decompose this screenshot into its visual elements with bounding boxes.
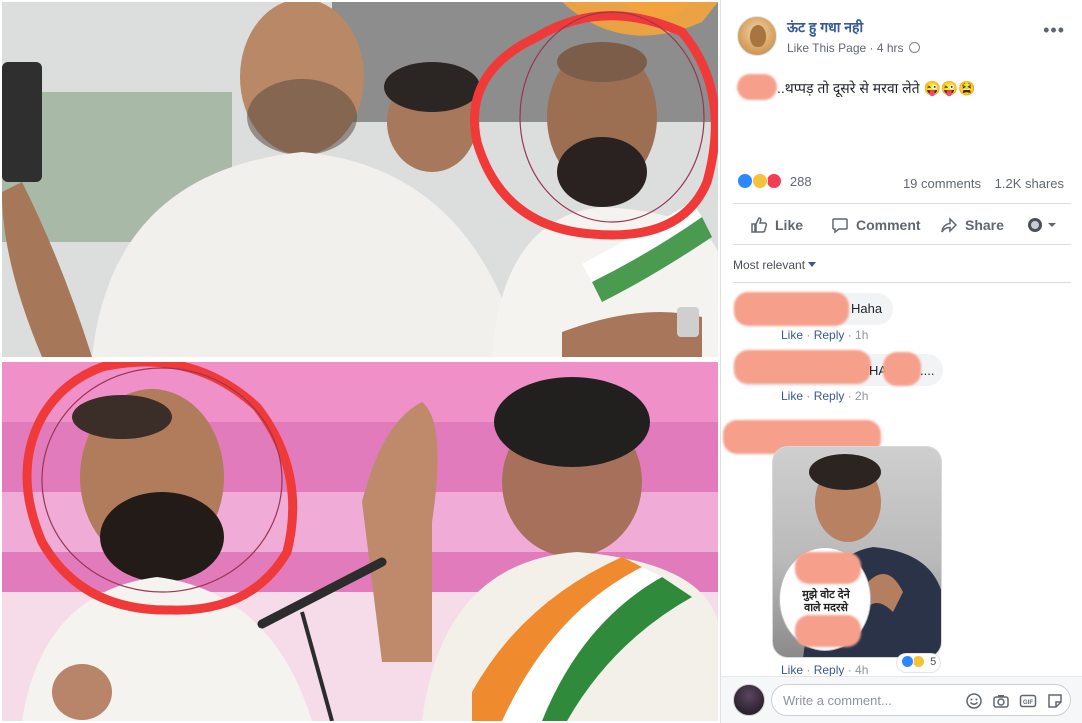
bottom-photo bbox=[2, 362, 718, 721]
comment-reaction-pill[interactable]: 5 bbox=[897, 654, 941, 672]
comment-composer: Write a comment... GIF bbox=[721, 676, 1082, 723]
comment-bubble-icon bbox=[832, 218, 848, 234]
haha-reaction-icon bbox=[912, 655, 926, 668]
comment-ellipsis: .... bbox=[920, 363, 935, 378]
post-actions: Like Comment Share bbox=[733, 208, 1071, 242]
redacted-text bbox=[795, 615, 861, 647]
post-body: ..थप्पड़ तो दूसरे से मरवा लेते 😜😜😫 bbox=[737, 74, 976, 100]
comment-time[interactable]: 2h bbox=[855, 389, 868, 403]
emoji-icon[interactable] bbox=[965, 692, 983, 710]
gif-icon[interactable]: GIF bbox=[1019, 692, 1037, 710]
bottom-photo-illustration bbox=[2, 362, 718, 721]
comment-button[interactable]: Comment bbox=[831, 216, 921, 234]
thumbs-up-icon bbox=[751, 217, 768, 233]
like-reaction-icon bbox=[737, 173, 753, 189]
meta-separator: · bbox=[869, 41, 874, 55]
comment-reply-link[interactable]: Reply bbox=[814, 328, 845, 342]
sticker-icon[interactable] bbox=[1046, 692, 1064, 710]
composer-icons: GIF bbox=[965, 692, 1064, 710]
caret-down-icon bbox=[808, 262, 817, 267]
top-photo-illustration bbox=[2, 2, 718, 357]
divider bbox=[733, 244, 1071, 245]
post-text: ..थप्पड़ तो दूसरे से मरवा लेते 😜😜😫 bbox=[777, 80, 976, 96]
reaction-summary[interactable]: 288 bbox=[737, 173, 812, 189]
like-label: Like bbox=[775, 217, 804, 233]
engagement-counts: 19 comments 1.2K shares bbox=[903, 176, 1064, 191]
comment-reply-link[interactable]: Reply bbox=[814, 663, 845, 677]
share-button[interactable]: Share bbox=[940, 216, 1004, 234]
comments-count-link[interactable]: 19 comments bbox=[903, 176, 981, 191]
comment-actions: Like · Reply · 2h bbox=[781, 389, 869, 403]
audience-selector-icon bbox=[1028, 218, 1056, 232]
redacted-mention bbox=[737, 74, 777, 100]
svg-text:GIF: GIF bbox=[1023, 700, 1033, 706]
love-reaction-icon bbox=[766, 173, 783, 189]
camera-icon[interactable] bbox=[992, 692, 1010, 710]
comment-time[interactable]: 4h bbox=[855, 663, 868, 677]
divider bbox=[733, 282, 1071, 283]
comment-reaction-count: 5 bbox=[930, 656, 937, 668]
comment-sort-dropdown[interactable]: Most relevant bbox=[733, 258, 817, 272]
comment-time[interactable]: 1h bbox=[855, 328, 868, 342]
comment-like-link[interactable]: Like bbox=[781, 663, 803, 677]
post-header: ऊंट हु गधा नही Like This Page · 4 hrs ••… bbox=[721, 0, 1082, 60]
share-label: Share bbox=[965, 217, 1004, 233]
redacted-text bbox=[883, 352, 921, 386]
redacted-text bbox=[795, 552, 861, 584]
page-avatar[interactable] bbox=[737, 16, 777, 56]
comment-like-link[interactable]: Like bbox=[781, 328, 803, 342]
more-options-icon[interactable]: ••• bbox=[1043, 20, 1065, 41]
like-page-link[interactable]: Like This Page bbox=[787, 41, 866, 55]
audience-selector[interactable] bbox=[1027, 217, 1057, 233]
shares-count-link[interactable]: 1.2K shares bbox=[995, 176, 1064, 191]
comment-input[interactable]: Write a comment... GIF bbox=[771, 684, 1071, 716]
comment-placeholder: Write a comment... bbox=[783, 693, 892, 708]
comment-like-link[interactable]: Like bbox=[781, 389, 803, 403]
comment-label: Comment bbox=[856, 217, 921, 233]
facebook-post-panel: ऊंट हु गधा नही Like This Page · 4 hrs ••… bbox=[720, 0, 1082, 723]
like-button[interactable]: Like bbox=[750, 216, 803, 234]
comment-text: Haha bbox=[851, 301, 883, 316]
user-avatar bbox=[733, 684, 765, 716]
comment-image[interactable]: मुझे वोट देने वाले मदरसे bbox=[772, 446, 942, 658]
haha-reaction-icon bbox=[751, 173, 768, 189]
top-photo bbox=[2, 2, 718, 357]
comment-actions: Like · Reply · 1h bbox=[781, 328, 869, 342]
meme-caption: मुझे वोट देने वाले मदरसे bbox=[802, 589, 850, 614]
post-time[interactable]: 4 hrs bbox=[877, 41, 904, 55]
divider bbox=[733, 203, 1071, 204]
page-name[interactable]: ऊंट हु गधा नही bbox=[787, 18, 863, 37]
comment-reply-link[interactable]: Reply bbox=[814, 389, 845, 403]
globe-icon bbox=[908, 42, 920, 53]
comment-actions: Like · Reply · 4h bbox=[781, 663, 869, 677]
like-reaction-icon bbox=[901, 655, 914, 668]
share-arrow-icon bbox=[941, 217, 958, 233]
post-meta: Like This Page · 4 hrs bbox=[787, 41, 920, 55]
sort-label: Most relevant bbox=[733, 258, 806, 272]
redacted-commenter-name bbox=[734, 292, 849, 326]
reaction-count: 288 bbox=[789, 174, 812, 189]
redacted-commenter-name bbox=[734, 350, 871, 384]
